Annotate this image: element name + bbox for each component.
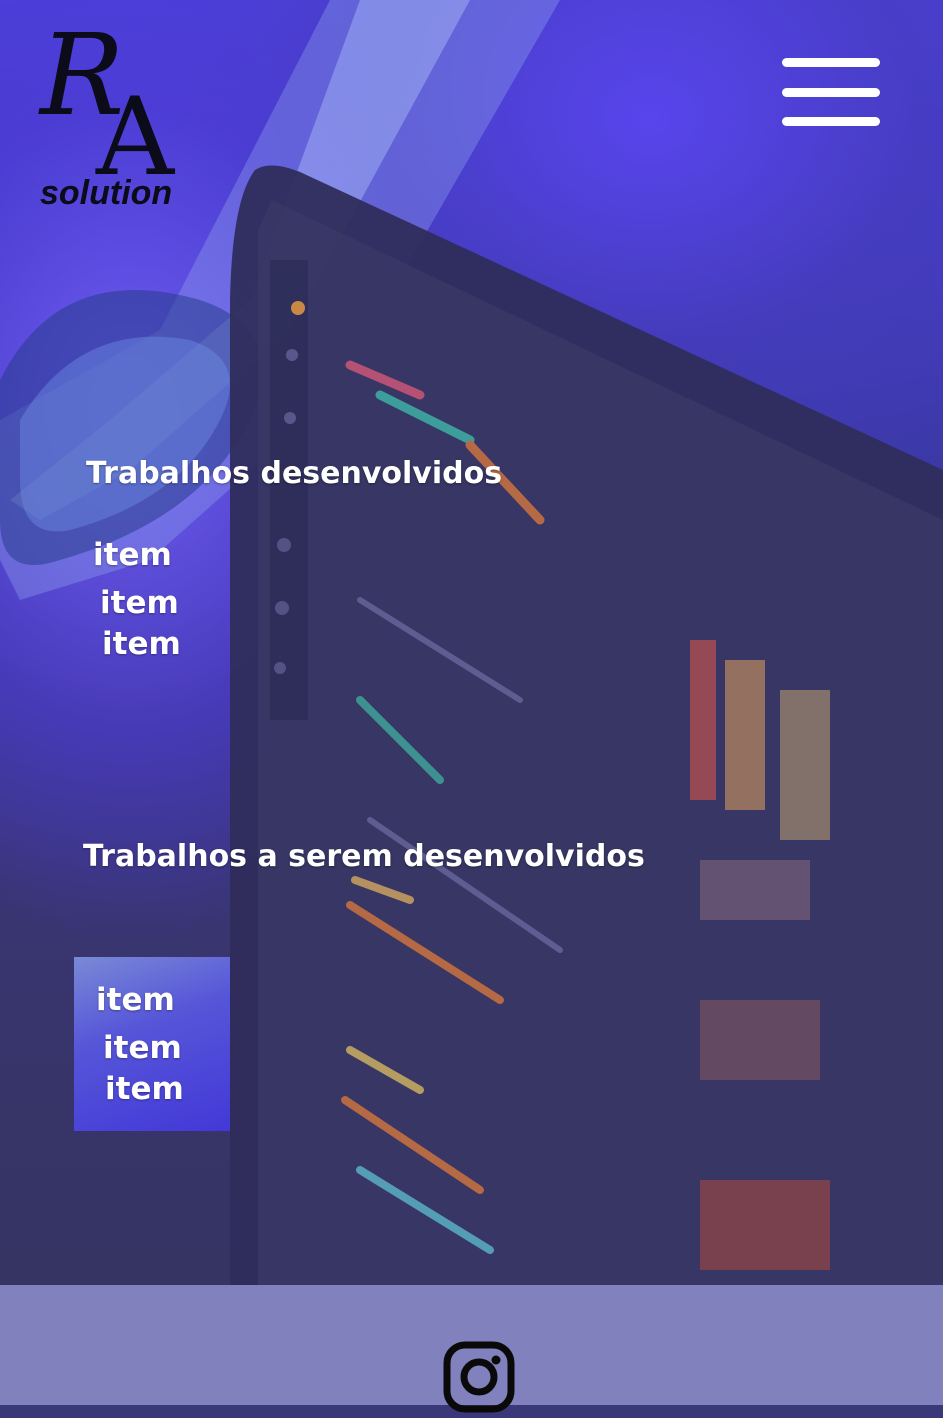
upcoming-item-2[interactable]: item	[103, 1030, 182, 1066]
developed-item-2[interactable]: item	[100, 585, 179, 621]
menu-bar-middle	[782, 88, 880, 97]
menu-bar-bottom	[782, 117, 880, 126]
developed-works-title: Trabalhos desenvolvidos	[86, 456, 503, 491]
upcoming-item-1[interactable]: item	[96, 982, 175, 1018]
upcoming-works-title: Trabalhos a serem desenvolvidos	[83, 839, 645, 874]
logo-subtitle: solution	[40, 174, 173, 212]
upcoming-item-3[interactable]: item	[105, 1071, 184, 1107]
menu-bar-top	[782, 58, 880, 67]
hero-section: R A solution Trabalhos desenvolvidos ite…	[0, 0, 943, 1285]
developed-item-3[interactable]: item	[102, 626, 181, 662]
developed-item-1[interactable]: item	[93, 537, 172, 573]
ra-solution-logo[interactable]: R A solution	[36, 20, 186, 216]
hamburger-menu-icon[interactable]	[782, 58, 880, 126]
instagram-icon[interactable]	[442, 1340, 516, 1414]
